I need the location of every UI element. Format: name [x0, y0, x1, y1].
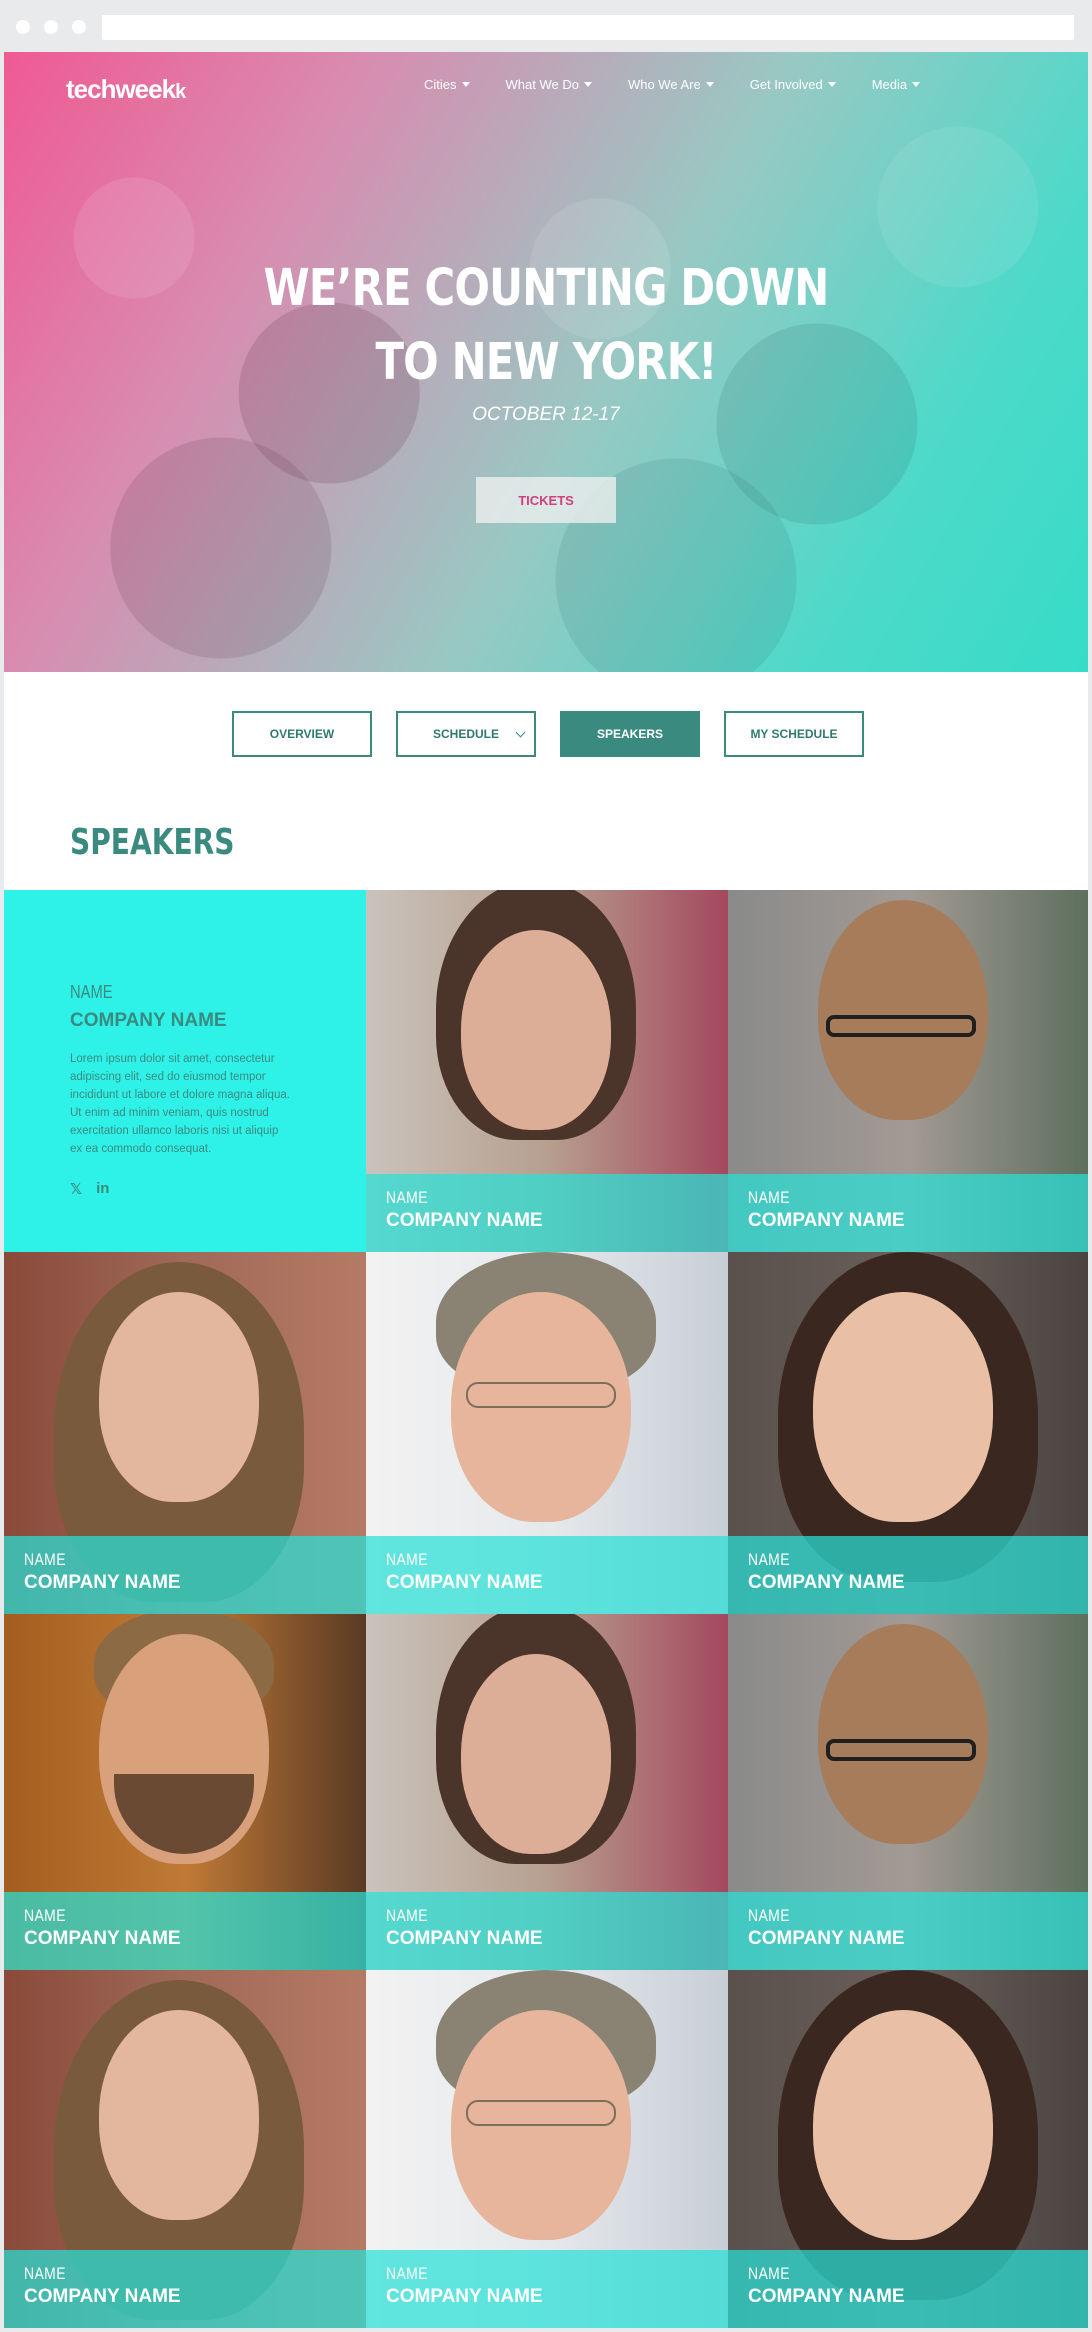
speaker-caption: NAME COMPANY NAME — [4, 1892, 366, 1970]
nav-item-get-involved[interactable]: Get Involved — [750, 77, 836, 92]
speaker-caption: NAME COMPANY NAME — [728, 1892, 1088, 1970]
event-tabs: OVERVIEW SCHEDULE SPEAKERS MY SCHEDULE — [232, 711, 864, 757]
hero-title: WE’RE COUNTING DOWN TO NEW YORK! — [102, 252, 991, 400]
web-page: techweekk Cities What We Do Who We Are G… — [4, 52, 1088, 2328]
tickets-button[interactable]: TICKETS — [476, 477, 616, 523]
nav-item-who-we-are[interactable]: Who We Are — [628, 77, 714, 92]
nav-item-media[interactable]: Media — [872, 77, 921, 92]
hero-title-line1: WE’RE COUNTING DOWN — [263, 259, 830, 318]
chevron-down-icon — [515, 727, 526, 738]
speaker-card[interactable]: NAME COMPANY NAME — [728, 1970, 1088, 2328]
section-title: SPEAKERS — [70, 822, 235, 863]
speaker-name: NAME — [24, 1550, 66, 1569]
speaker-card[interactable]: NAME COMPANY NAME — [728, 1614, 1088, 1970]
speaker-card[interactable]: NAME COMPANY NAME — [366, 1970, 728, 2328]
speaker-card[interactable]: NAME COMPANY NAME — [728, 1252, 1088, 1614]
speaker-name: NAME — [70, 982, 113, 1002]
nav-item-what-we-do[interactable]: What We Do — [506, 77, 592, 92]
speaker-card[interactable]: NAME COMPANY NAME — [4, 1614, 366, 1970]
speaker-name: NAME — [24, 1906, 66, 1925]
caret-down-icon — [912, 82, 921, 87]
speaker-card[interactable]: NAME COMPANY NAME — [4, 1252, 366, 1614]
caret-down-icon — [461, 82, 470, 87]
techweek-logo[interactable]: techweekk — [66, 74, 186, 105]
logo-mark: k — [175, 81, 186, 103]
speaker-name: NAME — [748, 1906, 790, 1925]
caret-down-icon — [827, 82, 836, 87]
speaker-company: COMPANY NAME — [24, 2286, 181, 2307]
speaker-caption: NAME COMPANY NAME — [366, 1892, 728, 1970]
hero-title-line2: TO NEW YORK! — [375, 333, 717, 392]
speaker-company: COMPANY NAME — [386, 1210, 543, 1231]
social-links: 𝕏 in — [70, 1180, 109, 1198]
window-minimize-dot[interactable] — [44, 20, 58, 34]
speaker-caption: NAME COMPANY NAME — [366, 1536, 728, 1614]
window-maximize-dot[interactable] — [72, 20, 86, 34]
speaker-company: COMPANY NAME — [386, 1928, 543, 1949]
linkedin-icon[interactable]: in — [96, 1180, 109, 1198]
speaker-company: COMPANY NAME — [748, 1928, 905, 1949]
twitter-icon[interactable]: 𝕏 — [70, 1180, 82, 1198]
speaker-name: NAME — [386, 1550, 428, 1569]
window-close-dot[interactable] — [16, 20, 30, 34]
speaker-caption: NAME COMPANY NAME — [4, 1536, 366, 1614]
tab-speakers[interactable]: SPEAKERS — [560, 711, 700, 757]
speaker-card[interactable]: NAME COMPANY NAME — [4, 1970, 366, 2328]
nav-item-cities[interactable]: Cities — [424, 77, 470, 92]
tab-overview[interactable]: OVERVIEW — [232, 711, 372, 757]
speaker-caption: NAME COMPANY NAME — [728, 1536, 1088, 1614]
speaker-company: COMPANY NAME — [748, 2286, 905, 2307]
speaker-company: COMPANY NAME — [386, 2286, 543, 2307]
caret-down-icon — [705, 82, 714, 87]
hero-banner: techweekk Cities What We Do Who We Are G… — [4, 52, 1088, 672]
speaker-company: COMPANY NAME — [24, 1572, 181, 1593]
speaker-card[interactable]: NAME COMPANY NAME — [728, 890, 1088, 1252]
speaker-caption: NAME COMPANY NAME — [4, 2250, 366, 2328]
tab-schedule[interactable]: SCHEDULE — [396, 711, 536, 757]
speaker-card[interactable]: NAME COMPANY NAME — [366, 1614, 728, 1970]
speaker-caption: NAME COMPANY NAME — [366, 1174, 728, 1252]
speaker-company: COMPANY NAME — [748, 1572, 905, 1593]
speaker-company: COMPANY NAME — [748, 1210, 905, 1231]
tab-my-schedule[interactable]: MY SCHEDULE — [724, 711, 864, 757]
featured-speaker-card[interactable]: NAME COMPANY NAME Lorem ipsum dolor sit … — [4, 890, 366, 1252]
main-nav: Cities What We Do Who We Are Get Involve… — [424, 77, 956, 92]
speaker-card[interactable]: NAME COMPANY NAME — [366, 1252, 728, 1614]
browser-window: techweekk Cities What We Do Who We Are G… — [0, 0, 1092, 2332]
speaker-name: NAME — [748, 2264, 790, 2283]
speaker-bio: Lorem ipsum dolor sit amet, consectetur … — [70, 1053, 290, 1155]
speaker-caption: NAME COMPANY NAME — [366, 2250, 728, 2328]
event-date: OCTOBER 12-17 — [472, 404, 620, 425]
browser-chrome — [0, 0, 1092, 52]
caret-down-icon — [583, 82, 592, 87]
speaker-name: NAME — [748, 1188, 790, 1207]
speaker-card[interactable]: NAME COMPANY NAME — [366, 890, 728, 1252]
speaker-name: NAME — [748, 1550, 790, 1569]
speaker-name: NAME — [24, 2264, 66, 2283]
speaker-company: COMPANY NAME — [386, 1572, 543, 1593]
speaker-company: COMPANY NAME — [70, 1010, 227, 1031]
speaker-caption: NAME COMPANY NAME — [728, 2250, 1088, 2328]
speaker-caption: NAME COMPANY NAME — [728, 1174, 1088, 1252]
speaker-name: NAME — [386, 2264, 428, 2283]
speaker-name: NAME — [386, 1188, 428, 1207]
speaker-name: NAME — [386, 1906, 428, 1925]
address-bar[interactable] — [102, 15, 1074, 40]
speaker-company: COMPANY NAME — [24, 1928, 181, 1949]
